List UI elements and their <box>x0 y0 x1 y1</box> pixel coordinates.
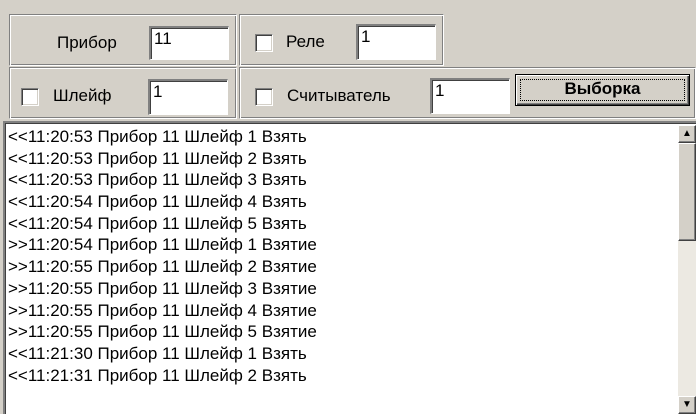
scroll-up-button[interactable]: ▲ <box>678 125 696 143</box>
event-log[interactable]: <<11:20:53 Прибор 11 Шлейф 1 Взять <<11:… <box>3 121 696 414</box>
select-button[interactable]: Выборка <box>515 74 690 106</box>
loop-checkbox[interactable] <box>21 88 39 106</box>
loop-input[interactable]: 1 <box>148 79 228 115</box>
select-button-label: Выборка <box>564 79 641 98</box>
vertical-scrollbar[interactable]: ▲ ▼ <box>678 125 696 414</box>
device-input[interactable]: 11 <box>149 26 229 60</box>
log-list: <<11:20:53 Прибор 11 Шлейф 1 Взять <<11:… <box>8 126 676 414</box>
log-line[interactable]: <<11:20:53 Прибор 11 Шлейф 3 Взять <box>8 169 676 191</box>
reader-input[interactable]: 1 <box>430 78 510 114</box>
relay-checkbox[interactable] <box>255 34 273 52</box>
log-line[interactable]: <<11:21:31 Прибор 11 Шлейф 2 Взять <box>8 365 676 387</box>
loop-label: Шлейф <box>53 86 112 105</box>
log-line[interactable]: >>11:20:55 Прибор 11 Шлейф 5 Взятие <box>8 321 676 343</box>
log-line[interactable]: <<11:20:54 Прибор 11 Шлейф 5 Взять <box>8 213 676 235</box>
log-line[interactable]: <<11:21:30 Прибор 11 Шлейф 1 Взять <box>8 343 676 365</box>
log-line[interactable]: >>11:20:55 Прибор 11 Шлейф 3 Взятие <box>8 278 676 300</box>
reader-checkbox[interactable] <box>255 88 273 106</box>
scroll-thumb[interactable] <box>678 143 696 241</box>
up-arrow-icon: ▲ <box>682 128 692 139</box>
log-line[interactable]: >>11:20:55 Прибор 11 Шлейф 4 Взятие <box>8 300 676 322</box>
log-line[interactable]: <<11:20:53 Прибор 11 Шлейф 2 Взять <box>8 148 676 170</box>
log-line[interactable]: >>11:20:55 Прибор 11 Шлейф 2 Взятие <box>8 256 676 278</box>
log-line[interactable]: <<11:20:54 Прибор 11 Шлейф 4 Взять <box>8 191 676 213</box>
device-label: Прибор <box>57 33 117 52</box>
log-line[interactable]: >>11:20:54 Прибор 11 Шлейф 1 Взятие <box>8 234 676 256</box>
reader-label: Считыватель <box>287 86 391 105</box>
down-arrow-icon: ▼ <box>682 399 692 410</box>
relay-label: Реле <box>286 32 325 51</box>
scroll-down-button[interactable]: ▼ <box>678 396 696 414</box>
relay-input[interactable]: 1 <box>356 24 436 60</box>
log-line[interactable]: <<11:20:53 Прибор 11 Шлейф 1 Взять <box>8 126 676 148</box>
